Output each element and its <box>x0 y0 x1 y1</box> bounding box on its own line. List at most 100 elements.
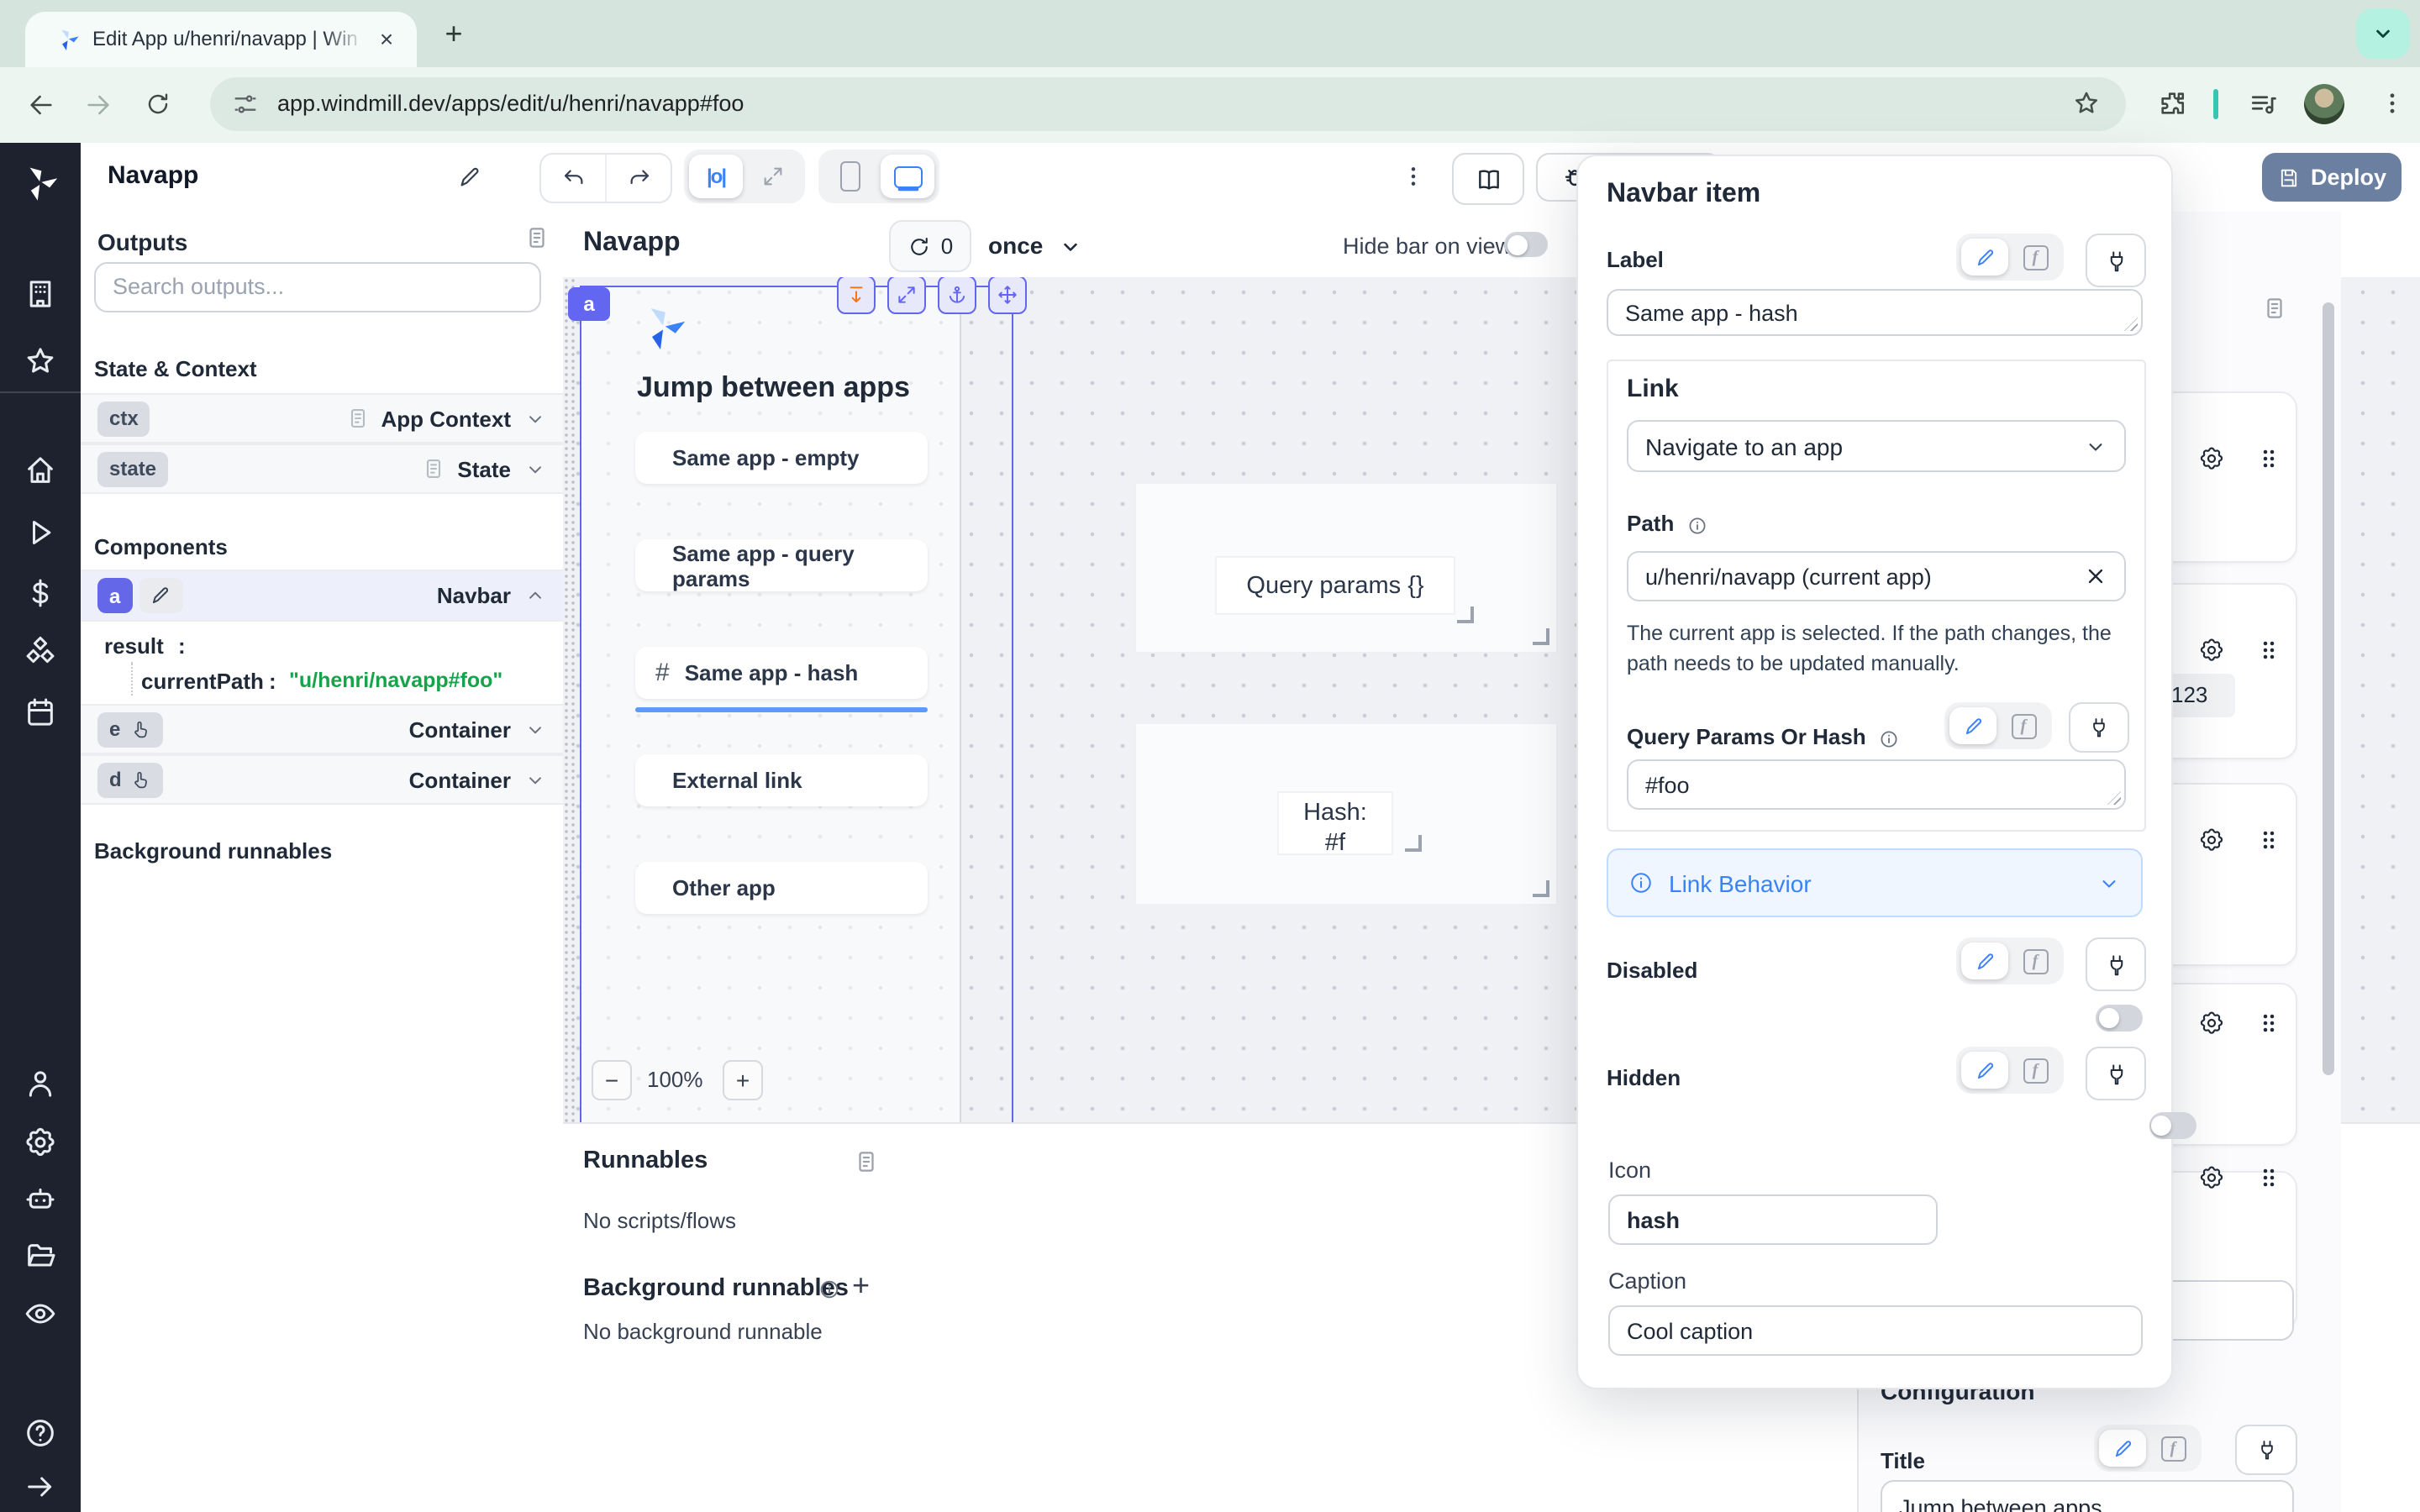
centered-layout-button[interactable]: |o| <box>689 155 743 198</box>
output-row-state[interactable]: state State <box>81 444 563 494</box>
desktop-view-button[interactable] <box>881 155 934 198</box>
icon-input[interactable]: hash <box>1608 1194 1938 1245</box>
chevron-down-icon[interactable] <box>524 458 546 480</box>
gear-icon[interactable] <box>2198 445 2225 472</box>
redo-button[interactable] <box>605 155 671 202</box>
connect-plug-button[interactable] <box>2086 1047 2146 1100</box>
reload-icon[interactable] <box>145 91 171 118</box>
windmill-logo[interactable] <box>20 163 60 203</box>
chevron-down-icon[interactable] <box>524 718 546 740</box>
tab-search-button[interactable] <box>2356 8 2410 59</box>
static-mode-button[interactable] <box>1961 942 2008 979</box>
textarea-resize-handle[interactable] <box>2107 791 2121 805</box>
doc-icon[interactable] <box>422 457 445 480</box>
query-input[interactable]: #foo <box>1627 759 2126 810</box>
resize-corner[interactable] <box>1457 606 1474 623</box>
edit-title-pencil-icon[interactable] <box>457 165 482 190</box>
refresh-button[interactable]: 0 <box>889 220 971 272</box>
drag-grip-icon[interactable] <box>2255 445 2282 472</box>
query-params-box[interactable]: Query params {} <box>1134 482 1558 654</box>
browser-menu-icon[interactable] <box>2378 89 2407 118</box>
connect-plug-button[interactable] <box>2235 1425 2297 1475</box>
resize-corner[interactable] <box>1533 628 1549 645</box>
collapse-rail-icon[interactable] <box>24 1470 57 1504</box>
outputs-doc-icon[interactable] <box>524 225 550 250</box>
undo-button[interactable] <box>541 155 605 202</box>
fx-mode-button[interactable]: f <box>2012 1052 2059 1089</box>
move-handle[interactable] <box>988 277 1027 314</box>
gear-icon[interactable] <box>2198 1010 2225 1037</box>
settings-scrollbar[interactable] <box>2323 302 2334 1075</box>
edit-component-id-button[interactable] <box>139 578 182 613</box>
connect-plug-button[interactable] <box>2086 937 2146 991</box>
deploy-button[interactable]: Deploy <box>2262 153 2402 202</box>
anchor-handle[interactable] <box>938 277 976 314</box>
result-key[interactable]: result <box>104 633 164 659</box>
nav-item-hash[interactable]: # Same app - hash <box>635 647 928 699</box>
forward-icon[interactable] <box>84 91 113 119</box>
connect-plug-button[interactable] <box>2069 702 2129 753</box>
docs-button[interactable] <box>1452 153 1524 205</box>
static-mode-button[interactable] <box>2099 1430 2146 1467</box>
toolbar-menu-icon[interactable] <box>1400 163 1427 190</box>
nav-item-external[interactable]: External link <box>635 754 928 806</box>
mobile-view-button[interactable] <box>823 155 877 198</box>
hash-text-widget[interactable]: Hash: #f <box>1277 791 1393 855</box>
favorites-icon[interactable] <box>24 344 57 378</box>
audit-logs-icon[interactable] <box>24 1297 57 1331</box>
doc-icon[interactable] <box>345 407 369 430</box>
doc-icon[interactable] <box>2262 296 2287 321</box>
chevron-up-icon[interactable] <box>524 585 546 606</box>
site-settings-icon[interactable] <box>232 91 259 118</box>
static-mode-button[interactable] <box>1949 707 1996 744</box>
nav-item-other-app[interactable]: Other app <box>635 862 928 914</box>
selected-navbar-component[interactable]: Jump between apps a <box>580 286 1013 1122</box>
media-playlist-icon[interactable] <box>2249 89 2279 119</box>
hide-bar-toggle[interactable] <box>1504 232 1548 257</box>
variables-icon[interactable] <box>24 576 57 610</box>
component-row-navbar[interactable]: a Navbar <box>81 570 563 622</box>
link-behavior-disclosure[interactable]: Link Behavior <box>1607 848 2143 917</box>
disabled-toggle[interactable] <box>2096 1005 2143 1032</box>
connect-plug-button[interactable] <box>2086 234 2146 287</box>
chevron-down-icon[interactable] <box>524 407 546 429</box>
query-params-text-widget[interactable]: Query params {} <box>1215 556 1455 615</box>
gear-icon[interactable] <box>2198 1164 2225 1191</box>
add-background-runnable-button[interactable]: + <box>852 1268 870 1304</box>
static-mode-button[interactable] <box>1961 239 2008 276</box>
schedule-select[interactable]: once <box>988 232 1043 259</box>
url-bar[interactable]: app.windmill.dev/apps/edit/u/henri/navap… <box>210 77 2126 131</box>
browser-tab[interactable]: Edit App u/henri/navapp | Win × <box>25 12 417 67</box>
drag-grip-icon[interactable] <box>2255 637 2282 664</box>
caption-input[interactable]: Cool caption <box>1608 1305 2143 1356</box>
zoom-in-button[interactable]: + <box>723 1060 763 1100</box>
chevron-down-icon[interactable] <box>524 769 546 790</box>
workspace-icon[interactable] <box>24 277 57 311</box>
runs-icon[interactable] <box>24 516 57 549</box>
fill-height-handle[interactable] <box>837 277 876 314</box>
settings-gear-icon[interactable] <box>24 1126 57 1159</box>
component-row-e[interactable]: e Container <box>81 704 563 754</box>
component-row-d[interactable]: d Container <box>81 754 563 805</box>
expand-handle[interactable] <box>887 277 926 314</box>
static-mode-button[interactable] <box>1961 1052 2008 1089</box>
workers-icon[interactable] <box>24 1183 57 1216</box>
schedules-icon[interactable] <box>24 696 57 729</box>
fx-mode-button[interactable]: f <box>2012 239 2059 276</box>
bookmark-star-icon[interactable] <box>2072 89 2101 118</box>
configuration-title-input[interactable]: Jump between apps <box>1881 1480 2294 1512</box>
profile-avatar[interactable] <box>2304 84 2344 124</box>
resize-corner[interactable] <box>1405 835 1422 852</box>
gear-icon[interactable] <box>2198 827 2225 853</box>
drag-grip-icon[interactable] <box>2255 827 2282 853</box>
output-row-ctx[interactable]: ctx App Context <box>81 393 563 444</box>
search-outputs-input[interactable]: Search outputs... <box>94 262 541 312</box>
extensions-icon[interactable] <box>2158 89 2186 118</box>
fx-mode-button[interactable]: f <box>2149 1430 2196 1467</box>
label-input[interactable]: Same app - hash <box>1607 289 2143 336</box>
home-icon[interactable] <box>24 454 57 487</box>
resize-corner[interactable] <box>1533 880 1549 897</box>
textarea-resize-handle[interactable] <box>2124 318 2138 331</box>
hash-box[interactable]: Hash: #f <box>1134 722 1558 906</box>
resources-icon[interactable] <box>24 635 57 669</box>
